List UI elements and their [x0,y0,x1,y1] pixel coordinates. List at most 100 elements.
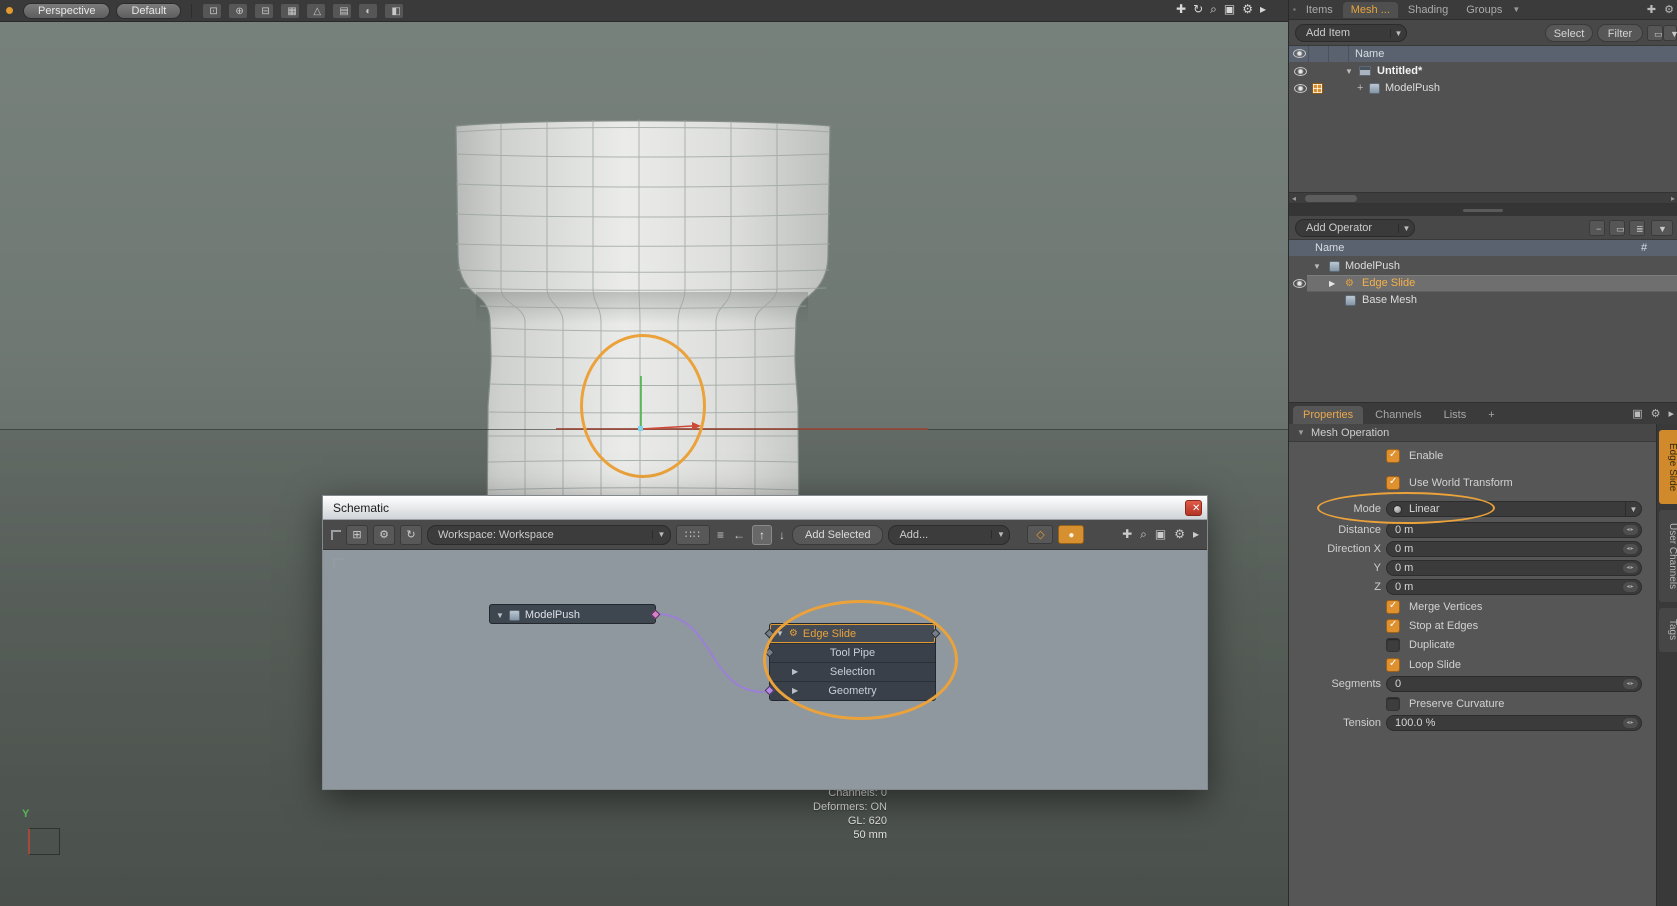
zoom-icon[interactable]: ⌕ [1140,527,1147,542]
pivot-icon[interactable]: △ [306,3,326,19]
direction-y-input[interactable]: 0 m ◂▸ [1386,560,1642,576]
expand-triangle-icon[interactable]: ▼ [496,611,504,620]
mode-dropdown[interactable]: Linear ▼ [1386,501,1642,517]
link-mode-circle-icon[interactable]: ● [1058,525,1084,544]
item-label[interactable]: ModelPush [1385,80,1440,97]
window-titlebar[interactable]: Schematic ✕ [323,496,1207,520]
more-icon[interactable]: ▸ [1260,2,1266,17]
maximize-icon[interactable]: ▣ [1155,527,1166,542]
item-row-scene[interactable]: ▼ Untitled* [1289,63,1677,80]
add-operator-dropdown[interactable]: Add Operator ▼ [1295,219,1415,237]
slice-icon[interactable]: ⊟ [254,3,274,19]
default-view-button[interactable]: Default [116,3,181,19]
more-icon[interactable]: ▸ [1193,527,1199,542]
gear-icon[interactable]: ⚙ [1174,527,1185,542]
gear-icon[interactable]: ⚙ [1651,407,1661,420]
refresh-icon[interactable]: ↻ [400,525,422,545]
item-row-modelpush[interactable]: + ModelPush [1289,80,1677,97]
mini-slider-icon[interactable]: ◂▸ [1622,524,1639,536]
maximize-icon[interactable]: ▣ [1224,2,1235,17]
operator-row-base-mesh[interactable]: Base Mesh [1289,292,1677,309]
arrow-left-icon[interactable]: ← [731,528,747,542]
render-toggle-icon[interactable] [1312,83,1323,94]
preserve-curvature-checkbox[interactable] [1386,697,1400,711]
operator-row-modelpush[interactable]: ▼ ModelPush [1289,258,1677,275]
resize-handle[interactable] [1463,209,1503,212]
expand-triangle-icon[interactable]: ▼ [1313,258,1321,275]
scroll-left-icon[interactable]: ◂ [1292,194,1296,204]
use-world-transform-checkbox[interactable] [1386,476,1400,490]
expand-triangle-icon[interactable]: ▶ [792,663,798,681]
list-view-icon[interactable]: ≣ [1629,220,1645,236]
tab-mesh-ops[interactable]: Mesh ... [1343,2,1398,18]
stop-at-edges-checkbox[interactable] [1386,619,1400,633]
tab-shading[interactable]: Shading [1400,2,1456,18]
duplicate-checkbox[interactable] [1386,638,1400,652]
mesh-operation-section-header[interactable]: ▼ Mesh Operation [1289,424,1656,442]
layers-icon[interactable]: ▤ [332,3,352,19]
tab-items[interactable]: Items [1298,2,1341,18]
direction-x-input[interactable]: 0 m ◂▸ [1386,541,1642,557]
operator-label[interactable]: Base Mesh [1362,292,1417,309]
mini-slider-icon[interactable]: ◂▸ [1622,581,1639,593]
node-row-tool-pipe[interactable]: Tool Pipe [770,643,935,662]
filter-button[interactable]: Filter [1597,24,1643,42]
panel-corner-icon[interactable] [331,530,341,540]
panel-resize-divider[interactable] [1289,204,1677,216]
filter-funnel-icon[interactable]: ▼ [1663,25,1677,41]
expand-triangle-icon[interactable]: ▶ [792,682,798,700]
node-row-geometry[interactable]: ▶ Geometry [770,681,935,700]
mesh-model[interactable] [440,106,840,540]
add-dropdown[interactable]: Add... ▼ [888,525,1010,545]
operator-list[interactable]: ▼ ModelPush ▶ ⚙ Edge Slide Base Mesh [1289,256,1677,402]
tab-properties[interactable]: Properties [1293,406,1363,424]
add-selected-button[interactable]: Add Selected [792,525,883,545]
perspective-button[interactable]: Perspective [23,3,110,19]
mini-slider-icon[interactable]: ◂▸ [1622,562,1639,574]
side-tab-user-channels[interactable]: User Channels [1659,510,1677,602]
pan-icon[interactable]: ✚ [1176,2,1186,17]
shading-mode-icon[interactable]: ⊡ [202,3,222,19]
side-tab-tags[interactable]: Tags [1659,608,1677,652]
select-button[interactable]: Select [1545,24,1593,42]
operator-row-edge-slide[interactable]: ▶ ⚙ Edge Slide [1289,275,1677,292]
side-tab-edge-slide[interactable]: Edge Slide [1659,430,1677,504]
visibility-eye-icon[interactable] [1293,279,1306,288]
tab-add[interactable]: + [1478,406,1504,424]
segments-input[interactable]: 0 ◂▸ [1386,676,1642,692]
merge-vertices-checkbox[interactable] [1386,600,1400,614]
grid-layout-icon[interactable]: ∷∷ [676,525,710,545]
node-row-selection[interactable]: ▶ Selection [770,662,935,681]
mask-icon[interactable]: ◧ [384,3,404,19]
collapse-icon[interactable]: ▭ [1647,25,1663,41]
scroll-right-icon[interactable]: ▸ [1671,194,1675,204]
schematic-canvas[interactable]: ▼ ModelPush ▼ ⚙ Edge Slide Tool Pipe [323,550,1207,789]
edge-slide-node[interactable]: ▼ ⚙ Edge Slide Tool Pipe ▶ Selection ▶ G… [769,623,936,701]
enable-checkbox[interactable] [1386,449,1400,463]
direction-z-input[interactable]: 0 m ◂▸ [1386,579,1642,595]
arrow-down-icon[interactable]: ↓ [777,528,787,542]
add-item-dropdown[interactable]: Add Item ▼ [1295,24,1407,42]
chevron-down-icon[interactable]: ▼ [1512,5,1520,14]
pan-icon[interactable]: ✚ [1647,3,1656,16]
environment-icon[interactable]: ⊕ [228,3,248,19]
mini-slider-icon[interactable]: ◂▸ [1622,543,1639,555]
distance-input[interactable]: 0 m ◂▸ [1386,522,1642,538]
add-node-icon[interactable]: ⊞ [346,525,368,545]
operator-label[interactable]: Edge Slide [1362,275,1415,292]
pan-icon[interactable]: ✚ [1122,527,1132,542]
mini-slider-icon[interactable]: ◂▸ [1622,717,1639,729]
horizontal-scrollbar[interactable]: ◂ ▸ [1289,192,1677,204]
scrollbar-thumb[interactable] [1305,195,1357,202]
gear-icon[interactable]: ⚙ [373,525,395,545]
expand-triangle-icon[interactable]: ▼ [1345,63,1353,80]
loop-slide-checkbox[interactable] [1386,658,1400,672]
card-view-icon[interactable]: ▭ [1609,220,1625,236]
tension-input[interactable]: 100.0 % ◂▸ [1386,715,1642,731]
grid-toggle-icon[interactable]: ▦ [280,3,300,19]
collapse-all-icon[interactable]: − [1589,220,1605,236]
visibility-eye-icon[interactable] [1294,84,1307,93]
expand-triangle-icon[interactable]: ▶ [1329,275,1335,292]
gear-icon[interactable]: ⚙ [1242,2,1253,17]
zoom-icon[interactable]: ⌕ [1210,2,1217,17]
